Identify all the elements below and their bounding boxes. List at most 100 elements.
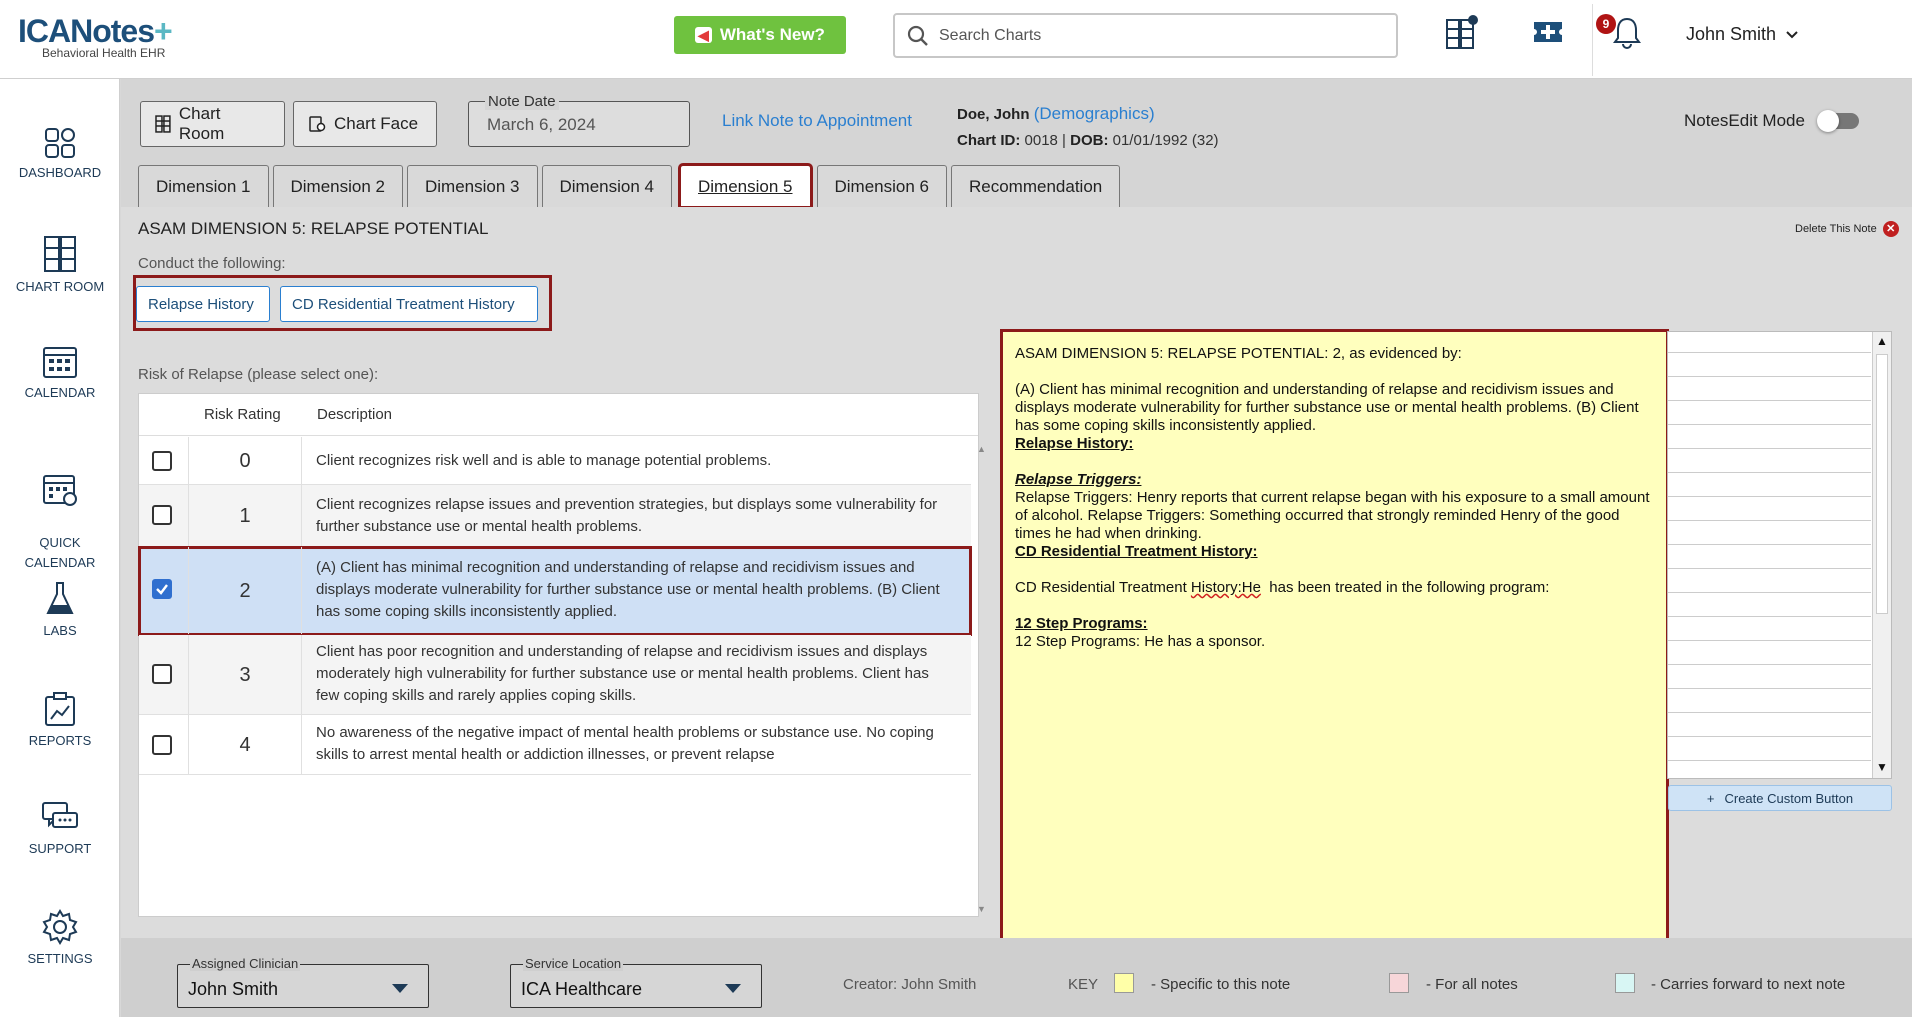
note-text: History:He — [1190, 579, 1261, 596]
risk-checkbox-0[interactable] — [152, 451, 172, 471]
risk-label: Risk of Relapse (please select one): — [138, 366, 379, 383]
reports-icon — [45, 692, 75, 726]
risk-description: Client recognizes relapse issues and pre… — [316, 496, 938, 535]
chart-id: 0018 — [1024, 132, 1058, 149]
table-row[interactable]: 0 Client recognizes risk well and is abl… — [139, 437, 971, 485]
note-heading: CD Residential Treatment History: — [1015, 543, 1258, 560]
logo-text: ICANotes — [18, 13, 155, 49]
note-heading: 12 Step Programs: — [1015, 615, 1148, 632]
nav-labs[interactable]: LABS — [0, 581, 120, 638]
tab-dimension-3[interactable]: Dimension 3 — [407, 165, 538, 207]
table-row[interactable]: 4 No awareness of the negative impact of… — [139, 715, 971, 775]
scroll-up-arrow[interactable]: ▲ — [1876, 334, 1888, 348]
nav-label: QUICK CALENDAR — [24, 535, 96, 570]
risk-checkbox-4[interactable] — [152, 735, 172, 755]
note-line: (A) Client has minimal recognition and u… — [1015, 381, 1639, 434]
create-custom-button[interactable]: + Create Custom Button — [1668, 785, 1892, 811]
chart-id-label: Chart ID: — [957, 132, 1021, 149]
table-row[interactable]: 1 Client recognizes relapse issues and p… — [139, 485, 971, 547]
bell-icon[interactable] — [1612, 16, 1642, 50]
risk-checkbox-3[interactable] — [152, 664, 172, 684]
custom-list-scrollbar[interactable]: ▲ ▼ — [1872, 332, 1891, 778]
nav-quick-calendar[interactable]: QUICK CALENDAR — [0, 451, 120, 573]
note-heading: Relapse Triggers: — [1015, 471, 1142, 488]
note-text-area[interactable]: ASAM DIMENSION 5: RELAPSE POTENTIAL: 2, … — [1000, 329, 1669, 1006]
table-header: Risk Rating Description — [139, 394, 978, 436]
nav-label: CHART ROOM — [15, 279, 105, 294]
scroll-down-arrow[interactable]: ▼ — [1876, 760, 1888, 774]
search-input[interactable] — [939, 26, 1379, 45]
risk-checkbox-1[interactable] — [152, 505, 172, 525]
note-date-field[interactable]: Note Date March 6, 2024 — [468, 93, 690, 147]
logo-subtitle: Behavioral Health EHR — [42, 46, 166, 60]
nav-label: CALENDAR — [24, 385, 96, 400]
col-description: Description — [317, 406, 393, 423]
chart-cabinet-icon[interactable] — [1445, 14, 1479, 50]
scroll-up-arrow[interactable]: ▲ — [977, 444, 986, 454]
edit-mode-label: NotesEdit Mode — [1684, 111, 1805, 130]
left-nav: DASHBOARD CHART ROOM CALENDAR QUICK CALE… — [0, 79, 120, 1017]
scroll-down-arrow[interactable]: ▼ — [977, 904, 986, 914]
megaphone-icon: ◀ — [695, 27, 712, 43]
main-area: Chart Room Chart Face Note Date March 6,… — [121, 79, 1912, 1006]
scroll-thumb[interactable] — [1876, 354, 1888, 614]
tab-dimension-4[interactable]: Dimension 4 — [541, 165, 672, 207]
cd-residential-history-button[interactable]: CD Residential Treatment History — [280, 286, 538, 322]
tab-dimension-6[interactable]: Dimension 6 — [816, 165, 947, 207]
col-risk-rating: Risk Rating — [204, 406, 281, 423]
table-row[interactable]: 3 Client has poor recognition and unders… — [139, 635, 971, 715]
app-logo[interactable]: ICANotes+ Behavioral Health EHR — [18, 13, 173, 60]
user-menu[interactable]: John Smith — [1686, 24, 1798, 45]
tab-dimension-2[interactable]: Dimension 2 — [272, 165, 403, 207]
close-icon: ✕ — [1882, 221, 1899, 237]
risk-description: No awareness of the negative impact of m… — [316, 724, 934, 763]
risk-rating: 1 — [189, 485, 302, 546]
whats-new-button[interactable]: ◀ What's New? — [674, 16, 846, 54]
clinician-value: John Smith — [188, 979, 279, 999]
note-line: CD Residential Treatment History:He has … — [1015, 579, 1654, 597]
edit-mode-toggle[interactable]: NotesEdit Mode — [1684, 110, 1859, 132]
risk-rating: 2 — [189, 547, 302, 634]
tab-recommendation[interactable]: Recommendation — [951, 165, 1121, 207]
note-line: Relapse Triggers: Henry reports that cur… — [1015, 489, 1650, 542]
note-date-value: March 6, 2024 — [487, 115, 596, 134]
dob: 01/01/1992 (32) — [1112, 132, 1219, 149]
panel-title: ASAM DIMENSION 5: RELAPSE POTENTIAL — [138, 219, 489, 238]
nav-label: DASHBOARD — [18, 165, 102, 180]
chart-face-button[interactable]: Chart Face — [293, 101, 437, 147]
key-swatch-carry — [1615, 973, 1635, 993]
chart-face-icon — [309, 116, 326, 132]
assigned-clinician-select[interactable]: Assigned Clinician John Smith — [177, 956, 429, 1008]
patient-info: Doe, John (Demographics) Chart ID: 0018 … — [957, 104, 1219, 149]
add-ticket-icon[interactable] — [1531, 16, 1565, 48]
note-line: ASAM DIMENSION 5: RELAPSE POTENTIAL: 2, … — [1015, 345, 1462, 362]
top-bar: ICANotes+ Behavioral Health EHR ◀ What's… — [0, 0, 1912, 79]
tab-dimension-5[interactable]: Dimension 5 — [678, 163, 813, 209]
clinician-label: Assigned Clinician — [190, 956, 301, 971]
support-icon — [42, 802, 78, 828]
relapse-history-button[interactable]: Relapse History — [136, 286, 270, 322]
service-location-select[interactable]: Service Location ICA Healthcare — [510, 956, 762, 1008]
table-row[interactable]: 2 (A) Client has minimal recognition and… — [138, 546, 972, 636]
nav-dashboard[interactable]: DASHBOARD — [0, 127, 120, 180]
search-box[interactable] — [893, 13, 1398, 58]
nav-support[interactable]: SUPPORT — [0, 801, 120, 856]
delete-note-button[interactable]: Delete This Note ✕ — [1795, 221, 1899, 237]
link-note-to-appointment[interactable]: Link Note to Appointment — [722, 111, 912, 131]
chart-room-icon — [155, 115, 171, 133]
whats-new-label: What's New? — [719, 25, 825, 44]
chart-room-button[interactable]: Chart Room — [140, 101, 285, 147]
risk-description: Client recognizes risk well and is able … — [316, 452, 772, 469]
nav-calendar[interactable]: CALENDAR — [0, 343, 120, 400]
nav-reports[interactable]: REPORTS — [0, 691, 120, 748]
edit-mode-switch[interactable] — [1816, 110, 1859, 132]
nav-chart-room[interactable]: CHART ROOM — [0, 235, 120, 294]
demographics-link[interactable]: (Demographics) — [1034, 104, 1155, 123]
nav-settings[interactable]: SETTINGS — [0, 909, 120, 966]
dashboard-icon — [45, 128, 75, 158]
risk-description: Client has poor recognition and understa… — [316, 643, 929, 704]
risk-checkbox-2[interactable] — [152, 579, 172, 599]
tab-dimension-1[interactable]: Dimension 1 — [138, 165, 269, 207]
delete-note-label: Delete This Note — [1795, 223, 1877, 235]
risk-description: (A) Client has minimal recognition and u… — [316, 559, 940, 620]
